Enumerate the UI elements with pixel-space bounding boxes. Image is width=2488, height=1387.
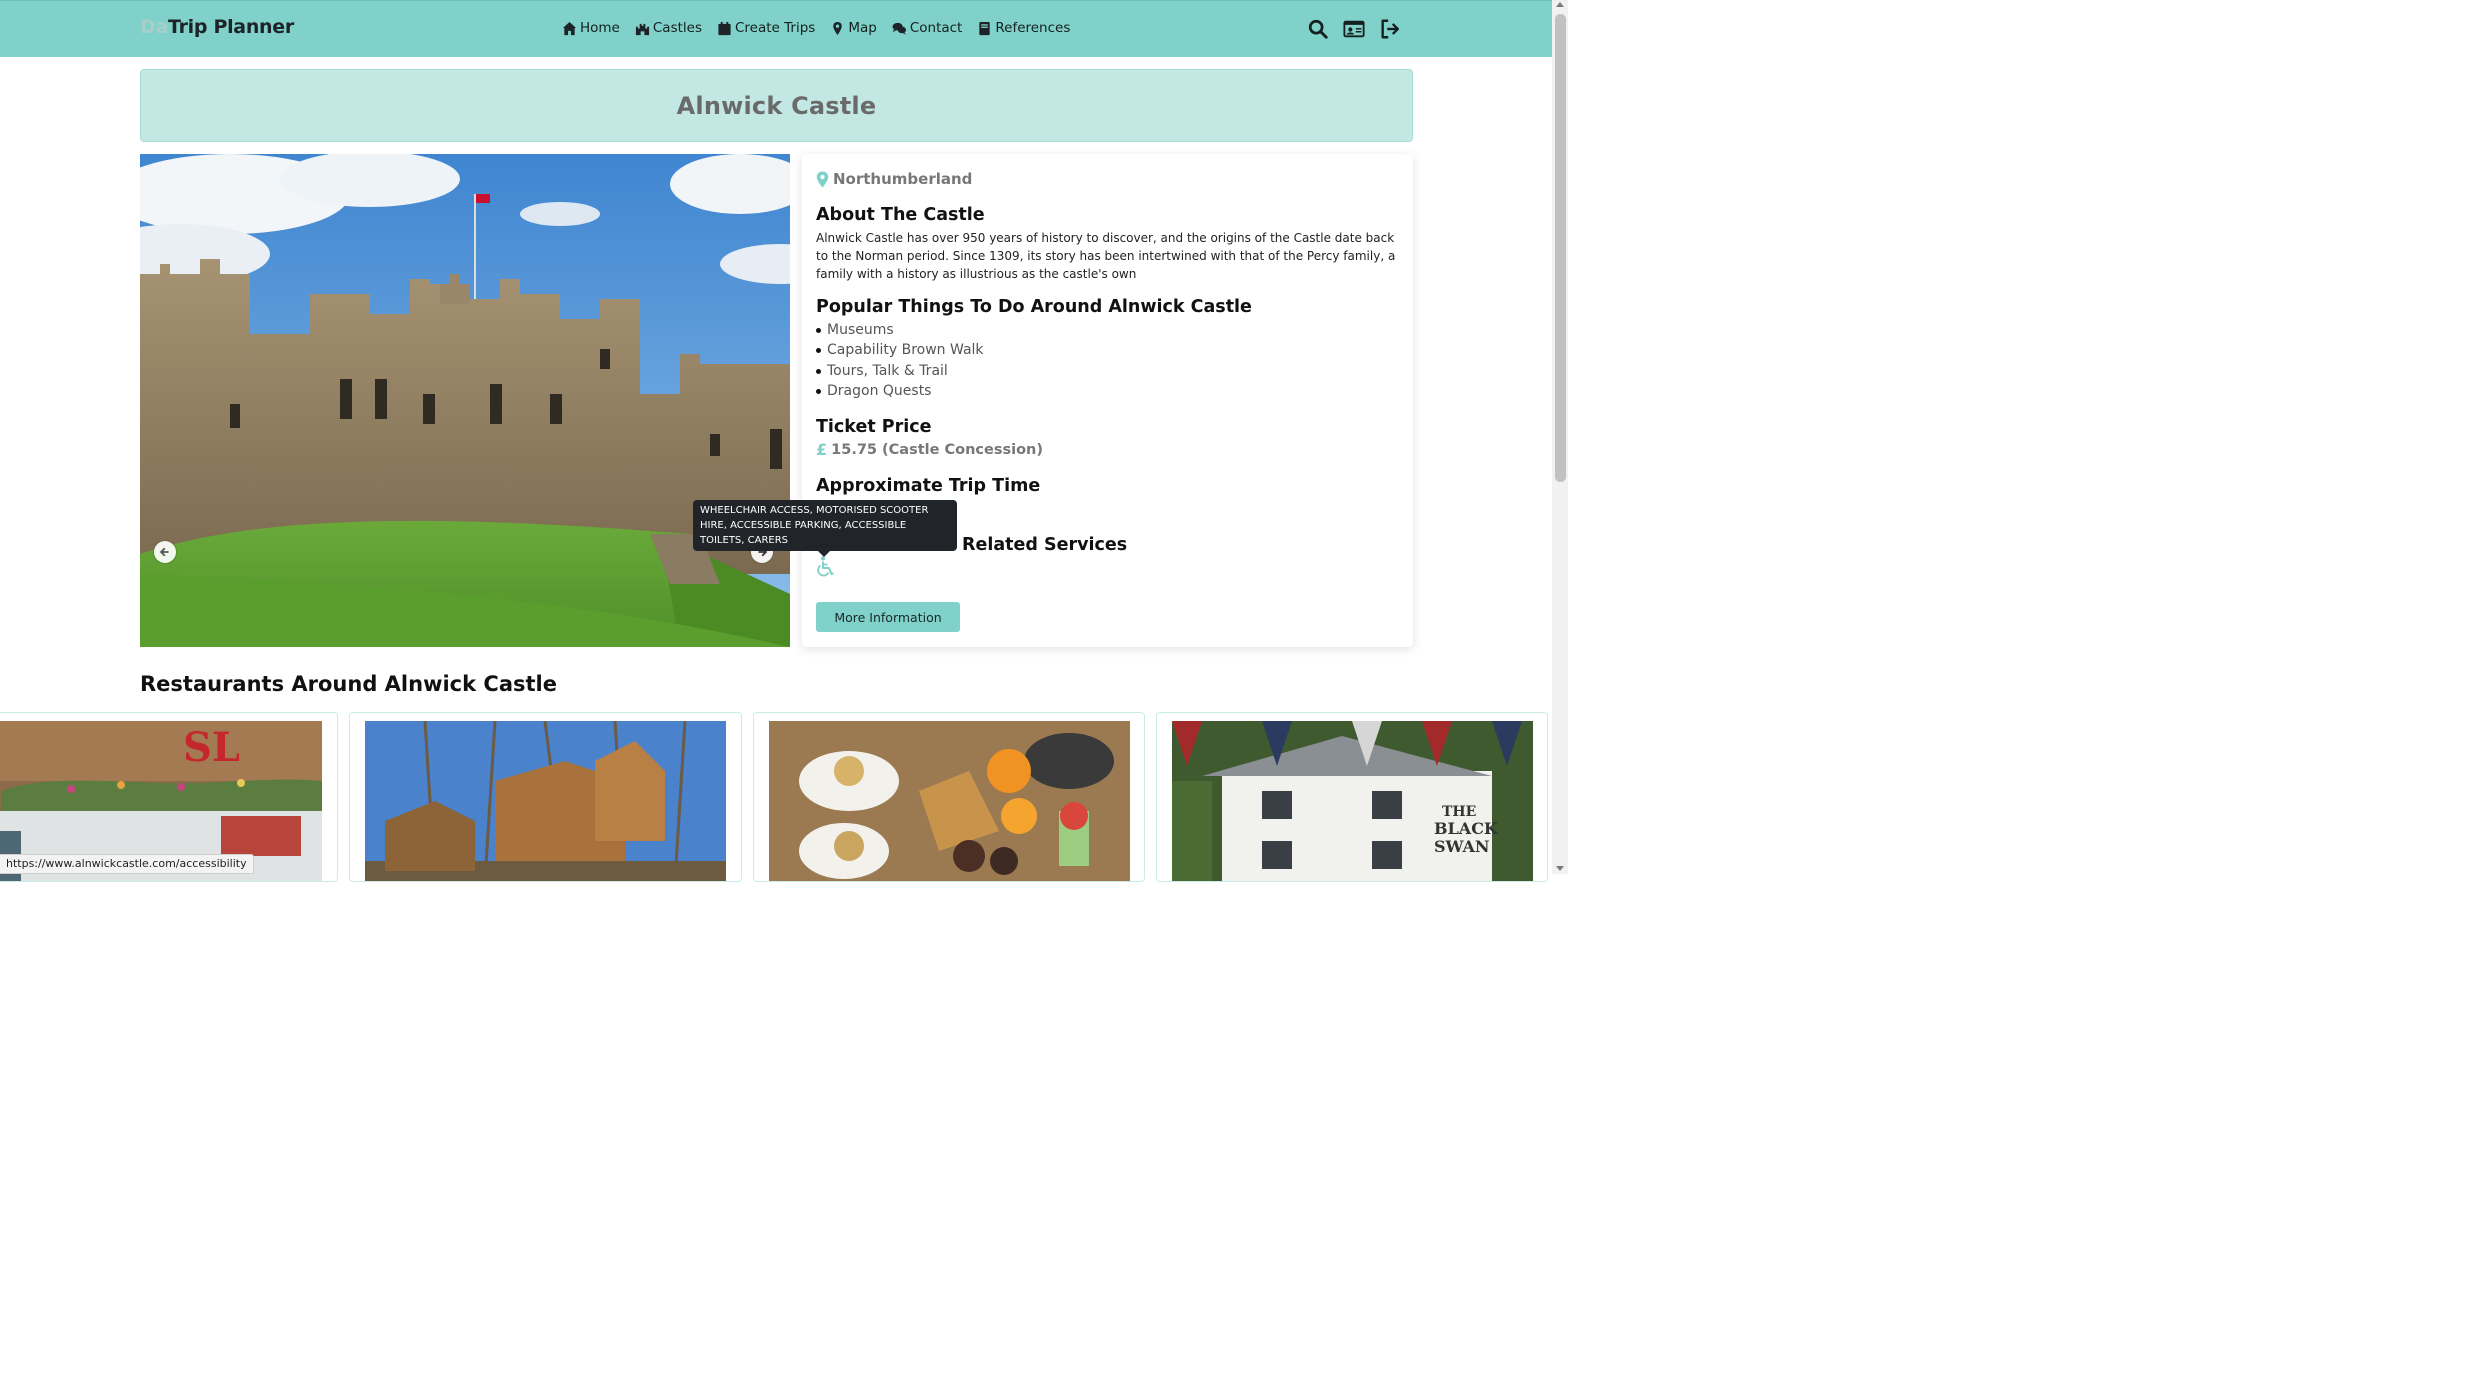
- trip-time-heading: Approximate Trip Time: [816, 476, 1041, 496]
- comments-icon: [892, 22, 906, 35]
- more-information-button[interactable]: More Information: [816, 602, 960, 632]
- browser-status-url: https://www.alnwickcastle.com/accessibil…: [0, 854, 254, 874]
- nav-create-trips-label: Create Trips: [735, 20, 816, 36]
- nav-links: Home Castles Create Trips Map Contact Re…: [562, 20, 1070, 36]
- accessibility-tooltip: WHEELCHAIR ACCESS, MOTORISED SCOOTER HIR…: [693, 500, 957, 551]
- map-marker-icon: [816, 171, 829, 187]
- book-icon: [979, 21, 991, 35]
- list-item: Dragon Quests: [816, 381, 984, 401]
- nav-castles[interactable]: Castles: [635, 20, 702, 36]
- nav-map[interactable]: Map: [830, 20, 877, 36]
- restaurant-photo: [769, 721, 1130, 881]
- calendar-icon: [718, 21, 731, 35]
- restaurant-card[interactable]: [349, 712, 742, 882]
- nav-references-label: References: [995, 20, 1071, 36]
- nav-actions: [1307, 18, 1401, 40]
- nav-references[interactable]: References: [977, 20, 1070, 36]
- nav-home-label: Home: [580, 20, 620, 36]
- things-heading: Popular Things To Do Around Alnwick Cast…: [816, 297, 1252, 317]
- pound-icon: £: [816, 440, 828, 459]
- nav-contact[interactable]: Contact: [892, 20, 963, 36]
- ticket-heading: Ticket Price: [816, 417, 932, 437]
- restaurant-card[interactable]: THE BLACK SWAN: [1156, 712, 1548, 882]
- svg-text:BLACK: BLACK: [1434, 819, 1499, 838]
- ticket-amount: 15.75: [831, 441, 878, 458]
- list-item: Capability Brown Walk: [816, 340, 984, 360]
- ticket-note: (Castle Concession): [882, 441, 1043, 458]
- tooltip-arrow: [818, 551, 830, 557]
- brand-prefix: Da: [140, 16, 168, 38]
- nav-home[interactable]: Home: [562, 20, 620, 36]
- svg-text:SL: SL: [183, 724, 240, 771]
- scroll-up-arrow[interactable]: [1556, 2, 1564, 7]
- castle-icon: [635, 23, 649, 35]
- brand-name: Trip Planner: [168, 16, 294, 38]
- id-card-icon[interactable]: [1343, 18, 1365, 40]
- navbar: DaTrip Planner Home Castles Create Trips…: [0, 0, 1552, 57]
- scroll-down-arrow[interactable]: [1556, 866, 1564, 871]
- restaurant-photo: THE BLACK SWAN: [1172, 721, 1533, 881]
- things-list: Museums Capability Brown Walk Tours, Tal…: [816, 320, 984, 401]
- ticket-price: £ 15.75 (Castle Concession): [816, 440, 1043, 459]
- about-heading: About The Castle: [816, 205, 985, 225]
- svg-text:THE: THE: [1442, 804, 1476, 820]
- svg-text:SWAN: SWAN: [1434, 837, 1490, 856]
- home-icon: [562, 21, 577, 35]
- list-item: Tours, Talk & Trail: [816, 361, 984, 381]
- list-item: Museums: [816, 320, 984, 340]
- sign-out-icon[interactable]: [1379, 18, 1401, 40]
- page-title: Alnwick Castle: [676, 91, 877, 120]
- carousel-prev-button[interactable]: [154, 541, 176, 563]
- castle-location: Northumberland: [816, 170, 972, 188]
- brand-logo[interactable]: DaTrip Planner: [140, 16, 294, 38]
- restaurant-card[interactable]: [753, 712, 1145, 882]
- nav-castles-label: Castles: [652, 20, 702, 36]
- scrollbar-thumb[interactable]: [1555, 14, 1566, 482]
- castle-info-card: Northumberland About The Castle Alnwick …: [802, 154, 1413, 647]
- nav-map-label: Map: [848, 20, 877, 36]
- restaurant-photo: [365, 721, 726, 881]
- about-text: Alnwick Castle has over 950 years of his…: [816, 231, 1396, 281]
- castle-photo: [140, 154, 790, 647]
- nav-contact-label: Contact: [909, 20, 963, 36]
- services-heading: Related Services: [962, 535, 1128, 555]
- castle-image-carousel: [140, 154, 790, 647]
- search-icon[interactable]: [1307, 18, 1329, 40]
- arrow-left-icon: [159, 547, 169, 557]
- location-label: Northumberland: [833, 170, 973, 188]
- wheelchair-icon[interactable]: [815, 556, 835, 578]
- castle-title-banner: Alnwick Castle: [140, 69, 1413, 142]
- restaurants-heading: Restaurants Around Alnwick Castle: [140, 672, 557, 696]
- map-marker-icon: [833, 21, 843, 35]
- nav-create-trips[interactable]: Create Trips: [717, 20, 815, 36]
